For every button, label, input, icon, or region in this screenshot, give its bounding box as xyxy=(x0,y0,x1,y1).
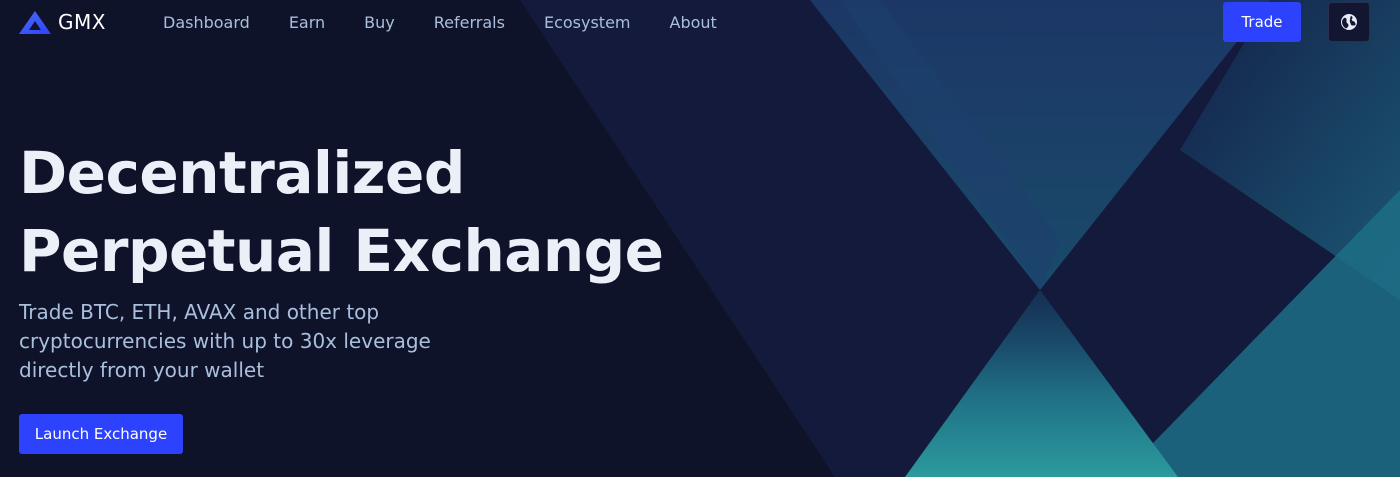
launch-exchange-button[interactable]: Launch Exchange xyxy=(19,414,183,454)
main-nav: Dashboard Earn Buy Referrals Ecosystem A… xyxy=(163,13,756,33)
nav-item-dashboard[interactable]: Dashboard xyxy=(163,13,250,33)
top-navigation-bar: GMX Dashboard Earn Buy Referrals Ecosyst… xyxy=(0,0,1400,46)
nav-item-referrals[interactable]: Referrals xyxy=(434,13,505,33)
hero-title-line-1: Decentralized xyxy=(19,139,465,207)
hero-title: Decentralized Perpetual Exchange xyxy=(19,134,664,290)
logo-text: GMX xyxy=(58,10,106,34)
nav-item-ecosystem[interactable]: Ecosystem xyxy=(544,13,631,33)
hero-subtitle: Trade BTC, ETH, AVAX and other top crypt… xyxy=(19,298,539,385)
language-selector-button[interactable] xyxy=(1328,2,1370,42)
nav-item-earn[interactable]: Earn xyxy=(289,13,325,33)
nav-item-about[interactable]: About xyxy=(670,13,717,33)
gmx-logo[interactable]: GMX xyxy=(18,9,106,35)
hero-subtitle-line-2: cryptocurrencies with up to 30x leverage xyxy=(19,329,431,353)
hero-title-line-2: Perpetual Exchange xyxy=(19,217,664,285)
gmx-landing-page: GMX Dashboard Earn Buy Referrals Ecosyst… xyxy=(0,0,1400,477)
gmx-logo-icon xyxy=(19,11,51,34)
trade-button[interactable]: Trade xyxy=(1223,2,1301,42)
hero-subtitle-line-3: directly from your wallet xyxy=(19,358,265,382)
nav-item-buy[interactable]: Buy xyxy=(364,13,395,33)
globe-icon xyxy=(1341,14,1357,30)
hero-subtitle-line-1: Trade BTC, ETH, AVAX and other top xyxy=(19,300,380,324)
